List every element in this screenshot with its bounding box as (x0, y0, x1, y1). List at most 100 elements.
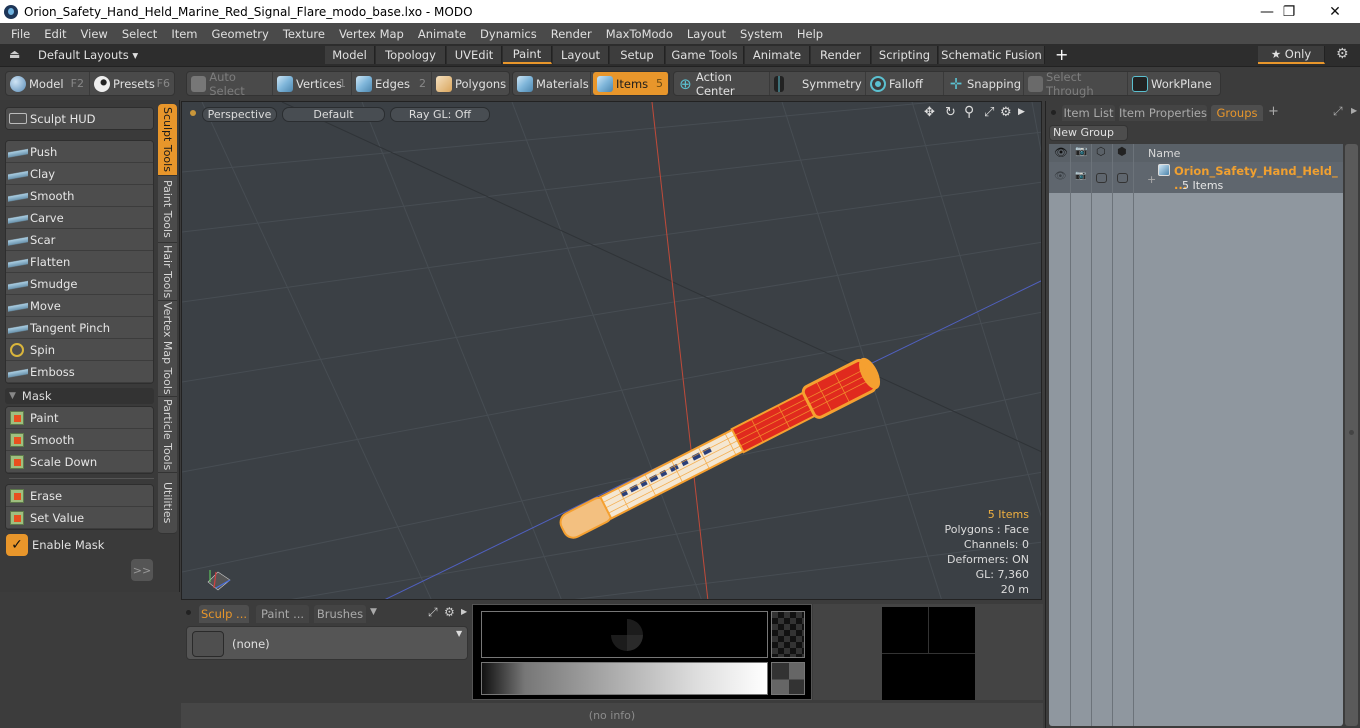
tab-schematic-fusion[interactable]: Schematic Fusion (939, 46, 1045, 64)
secondary-swatch[interactable] (771, 662, 805, 695)
tab-sculpt-presets[interactable]: Sculp ... (199, 605, 249, 623)
flare-model[interactable] (555, 355, 884, 545)
mask-tool-scale-down[interactable]: Scale Down (6, 451, 153, 473)
menu-animate[interactable]: Animate (411, 27, 473, 41)
menu-select[interactable]: Select (115, 27, 164, 41)
gear-icon[interactable]: ⚙ (1336, 46, 1349, 62)
tool-spin[interactable]: Spin (6, 339, 153, 361)
menu-help[interactable]: Help (790, 27, 830, 41)
tab-groups[interactable]: Groups (1211, 105, 1263, 121)
menu-render[interactable]: Render (544, 27, 599, 41)
tab-setup[interactable]: Setup (610, 46, 665, 64)
viewport-menu-dot[interactable] (190, 110, 196, 116)
vertices-button[interactable]: Vertices 1 (273, 72, 352, 95)
default-layouts-dropdown[interactable]: Default Layouts ▾ (38, 48, 138, 62)
menu-layout[interactable]: Layout (680, 27, 733, 41)
tab-item-properties[interactable]: Item Properties (1119, 105, 1207, 121)
visibility-column-icon[interactable]: 👁 (1054, 146, 1068, 159)
3d-viewport[interactable]: Perspective Default Ray GL: Off ✥ ↻ ⚲ ⤢ … (181, 101, 1042, 600)
maximize-viewport-icon[interactable]: ⤢ (984, 105, 994, 120)
tool-tangent-pinch[interactable]: Tangent Pinch (6, 317, 153, 339)
vtab-particle-tools[interactable]: Particle Tools (158, 397, 177, 473)
action-center-button[interactable]: ⊕ Action Center (674, 70, 770, 98)
name-column-header[interactable]: Name (1148, 147, 1180, 160)
tabs-dropdown-icon[interactable]: ▼ (370, 607, 377, 617)
viewport-more-icon[interactable]: ▶ (1018, 107, 1025, 117)
tab-game-tools[interactable]: Game Tools (666, 46, 744, 64)
presets-button[interactable]: Presets F6 (90, 72, 175, 95)
menu-dynamics[interactable]: Dynamics (473, 27, 544, 41)
zoom-icon[interactable]: ⚲ (964, 104, 974, 120)
expand-panel-icon[interactable]: ⤢ (1333, 104, 1343, 119)
tab-item-list[interactable]: Item List (1062, 105, 1115, 121)
tool-emboss[interactable]: Emboss (6, 361, 153, 383)
polygons-button[interactable]: Polygons (432, 72, 510, 95)
close-button[interactable]: ✕ (1312, 0, 1358, 23)
menu-file[interactable]: File (4, 27, 37, 41)
symmetry-button[interactable]: Symmetry (770, 72, 866, 95)
tab-uvedit[interactable]: UVEdit (447, 46, 502, 64)
viewport-settings-icon[interactable]: ⚙ (1000, 105, 1012, 120)
expand-button[interactable]: >> (131, 559, 153, 581)
sculpt-hud-button[interactable]: Sculpt HUD (5, 107, 154, 130)
auto-select-button[interactable]: Auto Select (187, 70, 273, 98)
menu-maxtomodo[interactable]: MaxToModo (599, 27, 680, 41)
panel-settings-icon[interactable]: ⚙ (444, 605, 455, 619)
tool-smudge[interactable]: Smudge (6, 273, 153, 295)
panel-menu-dot[interactable] (186, 610, 191, 615)
lock-column-icon[interactable]: ⬡ (1096, 145, 1106, 158)
tab-topology[interactable]: Topology (376, 46, 446, 64)
select-column-icon[interactable]: ⬢ (1117, 145, 1127, 158)
color-preview[interactable] (481, 611, 768, 658)
shading-dropdown[interactable]: Default (282, 107, 385, 122)
tab-brushes[interactable]: Brushes (314, 605, 366, 623)
tool-smooth[interactable]: Smooth (6, 185, 153, 207)
add-tab-button[interactable]: + (1268, 104, 1279, 119)
vtab-hair-tools[interactable]: Hair Tools (158, 243, 177, 301)
row-visibility-icon[interactable]: 👁 (1054, 171, 1067, 182)
layout-collapse-icon[interactable]: ⏏ (9, 47, 20, 61)
row-select-toggle[interactable] (1117, 173, 1128, 183)
snapping-button[interactable]: ✛ Snapping (944, 72, 1024, 95)
preset-dropdown[interactable]: (none) ▼ (186, 626, 468, 660)
tool-scar[interactable]: Scar (6, 229, 153, 251)
menu-system[interactable]: System (733, 27, 790, 41)
panel-more-icon[interactable]: ▶ (1351, 106, 1357, 115)
new-group-button[interactable]: New Group (1049, 125, 1128, 141)
select-through-button[interactable]: Select Through (1024, 70, 1128, 98)
groups-scrollbar[interactable] (1345, 144, 1358, 726)
tool-move[interactable]: Move (6, 295, 153, 317)
row-lock-toggle[interactable] (1096, 173, 1107, 183)
tab-paint-presets[interactable]: Paint ... (256, 605, 309, 623)
menu-vertex-map[interactable]: Vertex Map (332, 27, 411, 41)
mask-tool-smooth[interactable]: Smooth (6, 429, 153, 451)
expand-panel-icon[interactable]: ⤢ (428, 605, 438, 620)
gradient-bar[interactable] (481, 662, 768, 695)
model-button[interactable]: Model F2 (6, 72, 90, 95)
only-toggle[interactable]: ★ Only (1258, 46, 1325, 64)
materials-button[interactable]: Materials (513, 72, 591, 95)
view-mode-dropdown[interactable]: Perspective (202, 107, 277, 122)
maximize-button[interactable]: ❐ (1266, 0, 1312, 23)
vtab-paint-tools[interactable]: Paint Tools (158, 176, 177, 243)
vtab-vertex-map-tools[interactable]: Vertex Map Tools (158, 301, 177, 397)
texture-preview[interactable] (882, 607, 975, 700)
edges-button[interactable]: Edges 2 (352, 72, 432, 95)
add-tab-button[interactable]: + (1055, 45, 1068, 64)
vtab-sculpt-tools[interactable]: Sculpt Tools (158, 104, 177, 176)
raygl-toggle[interactable]: Ray GL: Off (390, 107, 490, 122)
tab-render[interactable]: Render (811, 46, 871, 64)
tool-flatten[interactable]: Flatten (6, 251, 153, 273)
mask-tool-paint[interactable]: Paint (6, 407, 153, 429)
tab-layout[interactable]: Layout (553, 46, 609, 64)
tab-paint[interactable]: Paint (503, 46, 552, 64)
mask-section-header[interactable]: ▼ Mask (5, 388, 154, 404)
menu-geometry[interactable]: Geometry (205, 27, 276, 41)
pan-icon[interactable]: ✥ (924, 105, 935, 120)
row-render-icon[interactable]: 📷 (1075, 171, 1086, 181)
mask-tool-set-value[interactable]: Set Value (6, 507, 153, 529)
mask-tool-erase[interactable]: Erase (6, 485, 153, 507)
render-column-icon[interactable]: 📷 (1075, 146, 1087, 157)
menu-item[interactable]: Item (164, 27, 204, 41)
vtab-utilities[interactable]: Utilities (158, 473, 177, 534)
